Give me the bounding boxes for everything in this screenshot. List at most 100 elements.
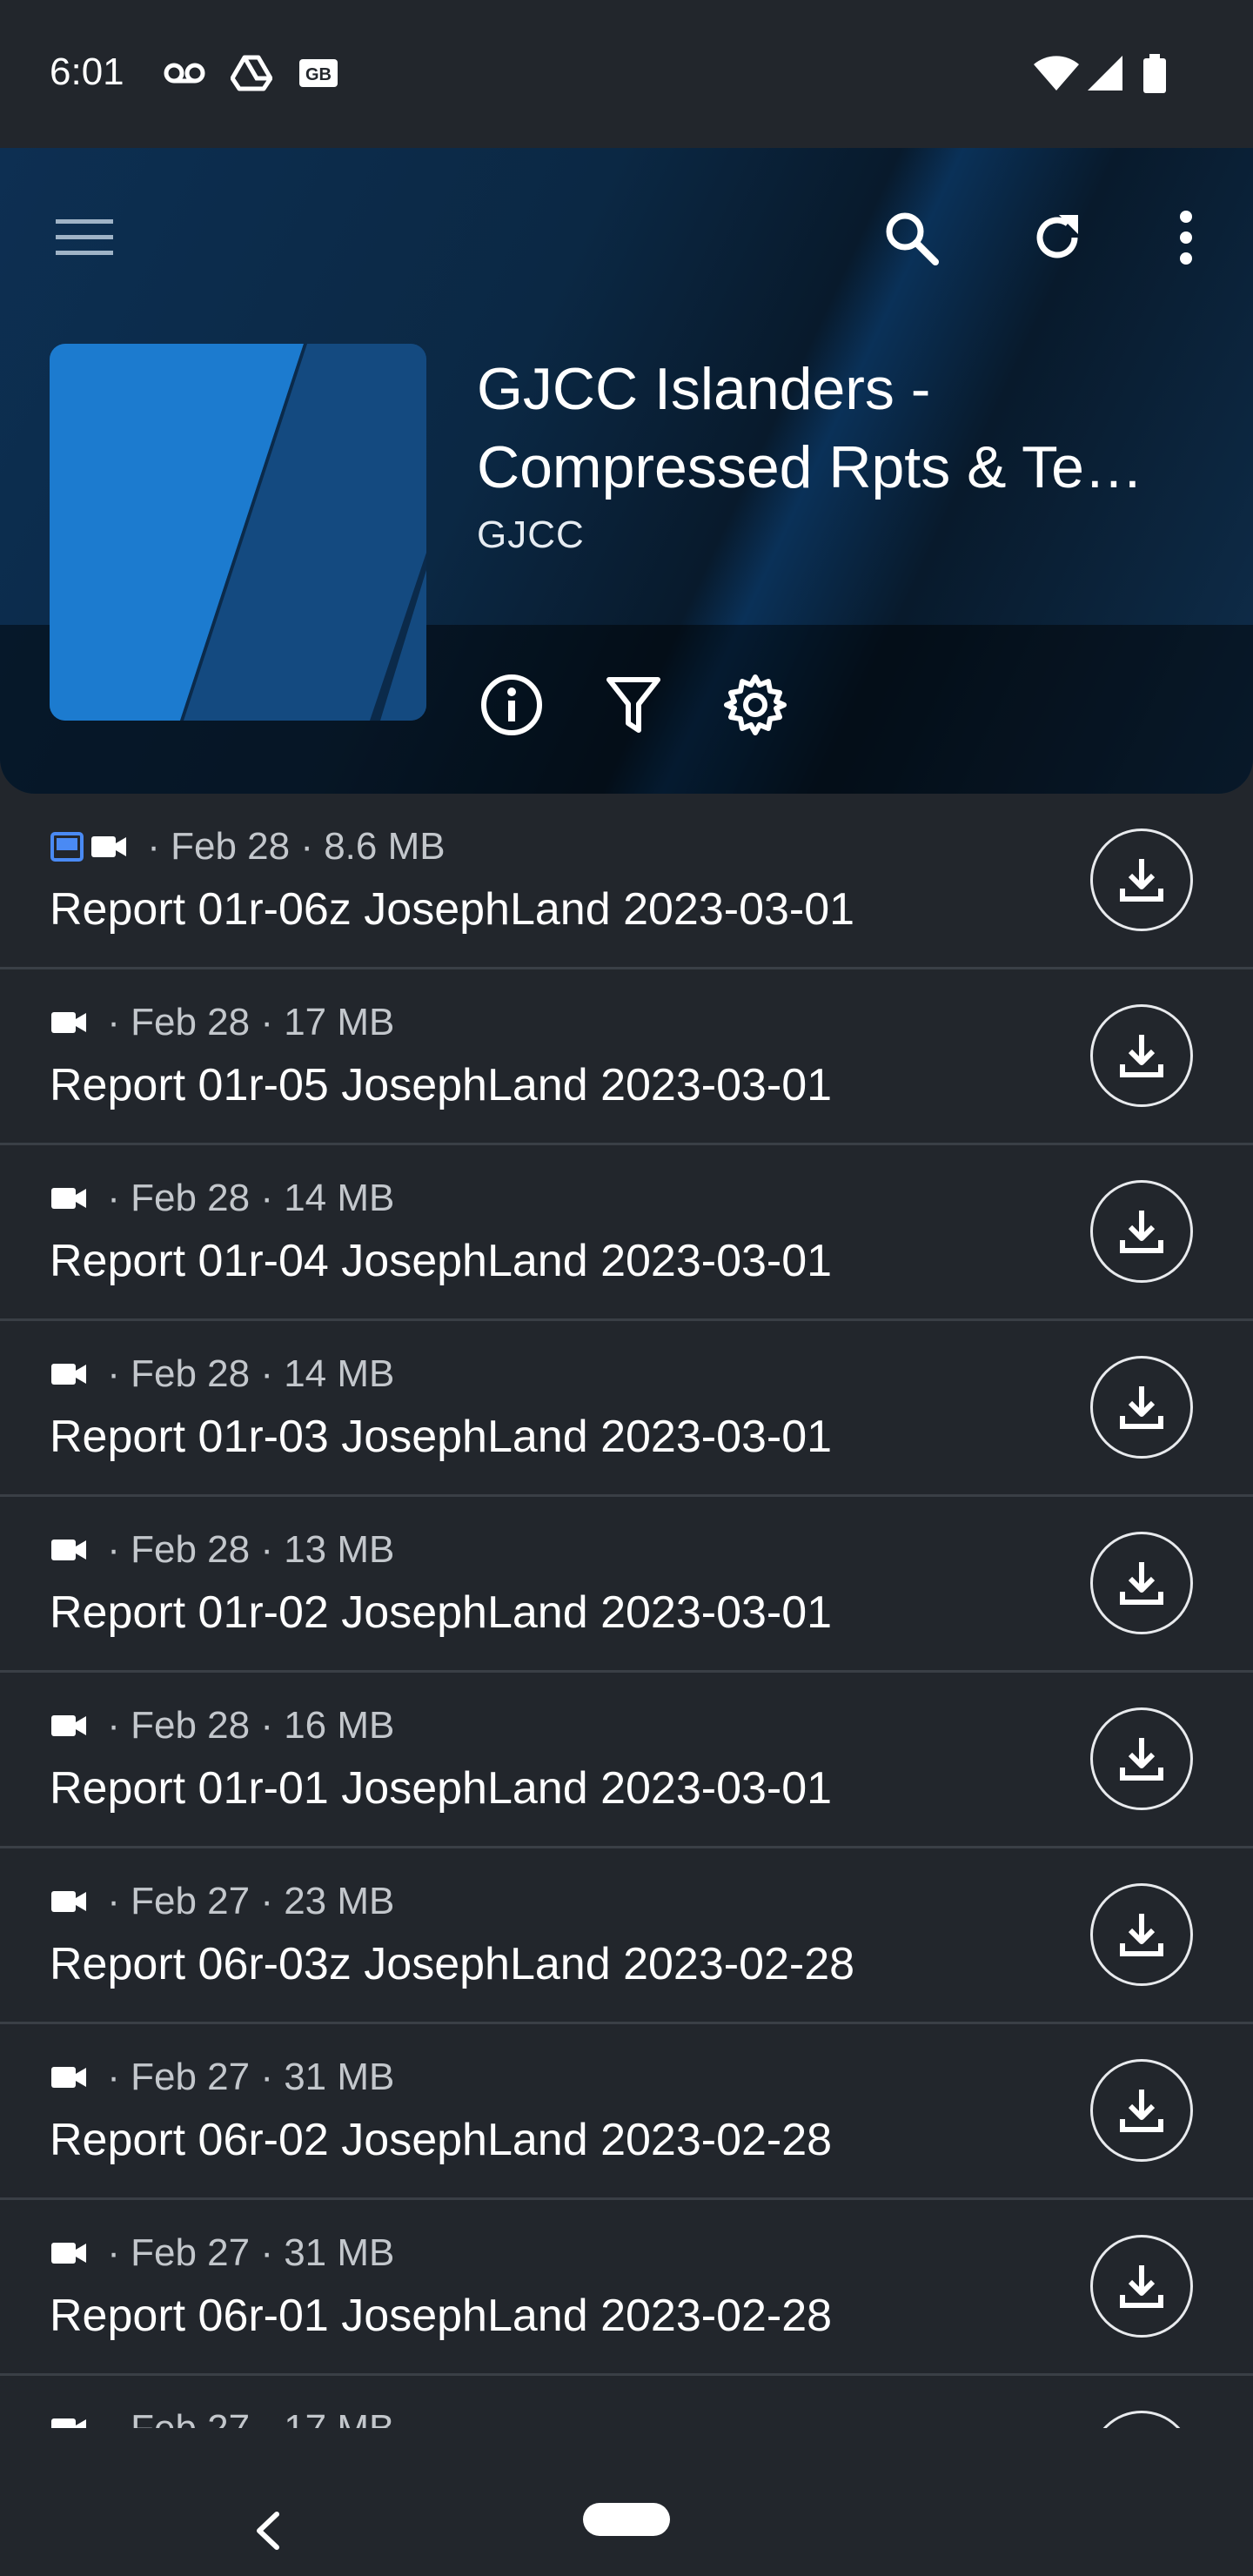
list-item[interactable]: · Feb 28 · 13 MB Report 01r-02 JosephLan… <box>0 1497 1253 1673</box>
download-button[interactable] <box>1090 1180 1193 1283</box>
settings-button[interactable] <box>720 670 790 740</box>
item-date: Feb 27 <box>131 1880 251 1922</box>
video-camera-icon <box>51 1188 86 1209</box>
video-list: · Feb 28 · 8.6 MB Report 01r-06z JosephL… <box>0 794 1253 2430</box>
refresh-button[interactable] <box>1018 198 1096 277</box>
info-icon <box>481 674 542 735</box>
download-icon <box>1120 859 1163 902</box>
back-icon[interactable] <box>251 2511 285 2551</box>
download-button[interactable] <box>1090 1707 1193 1810</box>
list-item[interactable]: · Feb 27 · 17 MB <box>0 2376 1253 2430</box>
video-camera-icon <box>51 1891 86 1912</box>
item-meta: · Feb 27 · 17 MB <box>50 2407 394 2430</box>
item-date: Feb 28 <box>131 1177 251 1219</box>
list-item[interactable]: · Feb 28 · 17 MB Report 01r-05 JosephLan… <box>0 969 1253 1145</box>
item-title: Report 01r-06z JosephLand 2023-03-01 <box>50 884 855 935</box>
list-item[interactable]: · Feb 27 · 31 MB Report 06r-02 JosephLan… <box>0 2024 1253 2200</box>
item-meta: · Feb 27 · 23 MB <box>50 1880 394 1923</box>
cover-art <box>50 344 426 721</box>
item-size: 13 MB <box>284 1528 395 1571</box>
download-icon <box>1120 1035 1163 1077</box>
item-meta: · Feb 27 · 31 MB <box>50 2231 394 2275</box>
more-vert-icon <box>1180 211 1192 265</box>
download-button[interactable] <box>1090 2235 1193 2338</box>
battery-icon <box>1143 54 1166 93</box>
item-title: Report 01r-02 JosephLand 2023-03-01 <box>50 1587 833 1638</box>
item-size: 17 MB <box>284 1001 395 1043</box>
menu-icon <box>56 219 113 255</box>
gb-icon: GB <box>299 59 338 87</box>
video-camera-icon <box>51 2243 86 2264</box>
item-meta: · Feb 28 · 16 MB <box>50 1704 394 1748</box>
video-camera-icon <box>51 1715 86 1736</box>
download-icon <box>1120 1386 1163 1429</box>
item-title: Report 06r-03z JosephLand 2023-02-28 <box>50 1939 855 1989</box>
signal-icon <box>1088 56 1122 91</box>
list-item[interactable]: · Feb 28 · 14 MB Report 01r-04 JosephLan… <box>0 1145 1253 1321</box>
download-button[interactable] <box>1090 1532 1193 1634</box>
video-camera-icon <box>51 2067 86 2088</box>
item-size: 17 MB <box>284 2407 395 2430</box>
more-options-button[interactable] <box>1147 198 1225 277</box>
video-camera-icon <box>51 1364 86 1385</box>
download-button[interactable] <box>1090 828 1193 931</box>
item-meta: · Feb 28 · 13 MB <box>50 1528 394 1572</box>
list-item[interactable]: · Feb 28 · 8.6 MB Report 01r-06z JosephL… <box>0 794 1253 969</box>
download-icon <box>1120 1211 1163 1253</box>
download-button[interactable] <box>1090 2059 1193 2162</box>
item-size: 31 MB <box>284 2056 395 2098</box>
video-camera-icon <box>91 836 126 857</box>
list-item[interactable]: · Feb 28 · 16 MB Report 01r-01 JosephLan… <box>0 1673 1253 1848</box>
list-item[interactable]: · Feb 28 · 14 MB Report 01r-03 JosephLan… <box>0 1321 1253 1497</box>
info-button[interactable] <box>477 670 546 740</box>
item-date: Feb 27 <box>131 2231 251 2274</box>
voicemail-icon <box>164 63 205 84</box>
filter-button[interactable] <box>599 670 668 740</box>
item-size: 23 MB <box>284 1880 395 1922</box>
item-date: Feb 28 <box>131 1528 251 1571</box>
download-icon <box>1120 1738 1163 1781</box>
item-date: Feb 28 <box>171 825 291 868</box>
home-pill[interactable] <box>583 2503 670 2536</box>
status-bar: 6:01 GB <box>0 0 1253 148</box>
wifi-icon <box>1034 56 1079 91</box>
download-button[interactable] <box>1090 2411 1193 2430</box>
download-icon <box>1120 1562 1163 1605</box>
drive-icon <box>231 55 272 91</box>
item-date: Feb 27 <box>131 2056 251 2098</box>
item-meta: · Feb 28 · 14 MB <box>50 1352 394 1396</box>
item-title: Report 06r-01 JosephLand 2023-02-28 <box>50 2291 833 2341</box>
item-title: Report 01r-05 JosephLand 2023-03-01 <box>50 1060 833 1110</box>
list-item[interactable]: · Feb 27 · 31 MB Report 06r-01 JosephLan… <box>0 2200 1253 2376</box>
download-icon <box>1120 2090 1163 2132</box>
download-icon <box>1120 2265 1163 2308</box>
item-title: Report 01r-01 JosephLand 2023-03-01 <box>50 1763 833 1814</box>
download-button[interactable] <box>1090 1004 1193 1107</box>
download-button[interactable] <box>1090 1883 1193 1986</box>
svg-text:GB: GB <box>305 65 332 84</box>
item-meta: · Feb 28 · 14 MB <box>50 1177 394 1220</box>
item-date: Feb 28 <box>131 1001 251 1043</box>
item-meta: · Feb 27 · 31 MB <box>50 2056 394 2099</box>
item-date: Feb 28 <box>131 1704 251 1747</box>
item-size: 16 MB <box>284 1704 395 1747</box>
cast-icon <box>50 832 84 862</box>
download-button[interactable] <box>1090 1356 1193 1459</box>
refresh-icon <box>1036 215 1078 258</box>
gear-icon <box>724 674 787 735</box>
item-size: 14 MB <box>284 1352 395 1395</box>
search-button[interactable] <box>872 198 950 277</box>
list-item[interactable]: · Feb 27 · 23 MB Report 06r-03z JosephLa… <box>0 1848 1253 2024</box>
item-title: Report 01r-04 JosephLand 2023-03-01 <box>50 1236 833 1286</box>
item-title: Report 06r-02 JosephLand 2023-02-28 <box>50 2115 833 2165</box>
item-size: 8.6 MB <box>324 825 446 868</box>
item-title: Report 01r-03 JosephLand 2023-03-01 <box>50 1412 833 1462</box>
playlist-cover <box>50 344 426 721</box>
navigation-bar <box>0 2428 1253 2576</box>
item-meta: · Feb 28 · 17 MB <box>50 1001 394 1044</box>
filter-icon <box>606 677 660 733</box>
playlist-header: GJCC Islanders - Compressed Rpts & Te… G… <box>0 148 1253 794</box>
playlist-author: GJCC <box>477 513 585 556</box>
playlist-title-line2: Compressed Rpts & Te… <box>477 434 1143 500</box>
menu-button[interactable] <box>45 198 124 277</box>
